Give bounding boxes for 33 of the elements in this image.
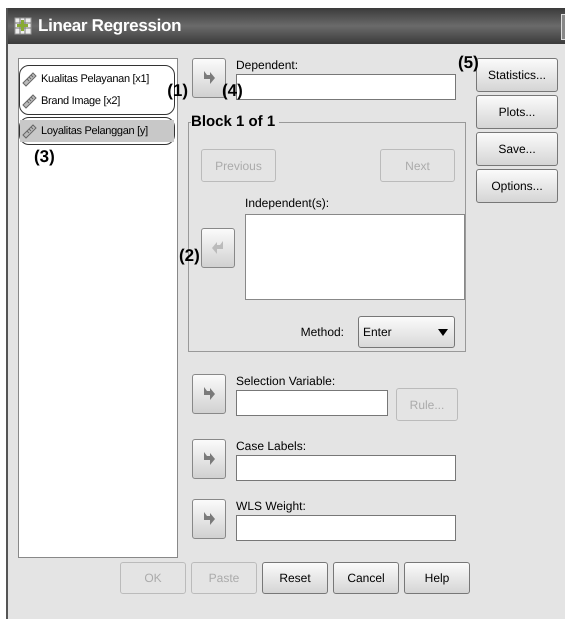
variable-item[interactable]: Loyalitas Pelanggan [y]: [20, 120, 174, 142]
dialog-button[interactable]: Help: [404, 562, 470, 594]
dropdown-arrow-icon: [438, 328, 448, 336]
dialog-button[interactable]: Cancel: [333, 562, 399, 594]
selection-field[interactable]: [236, 390, 388, 416]
ruler-icon: [22, 93, 38, 109]
field-label: Independent(s):: [245, 196, 330, 210]
case-labels-field[interactable]: [236, 455, 456, 481]
dialog-button[interactable]: Reset: [262, 562, 328, 594]
annotation-label: (2): [179, 247, 200, 264]
arrow-icon: [202, 451, 216, 467]
arrow-icon: [202, 511, 216, 527]
ruler-icon: [22, 71, 38, 87]
independent-list[interactable]: [245, 214, 465, 300]
field-label: WLS Weight:: [236, 499, 307, 513]
annotation-label: (4): [222, 82, 243, 99]
field-label: Case Labels:: [236, 439, 308, 453]
arrow-icon: [202, 386, 216, 402]
dialog-button[interactable]: Options...: [476, 169, 558, 203]
field-label: Method:: [300, 325, 344, 339]
table-icon: [14, 17, 32, 35]
arrow-icon: [211, 240, 225, 256]
wls-weight-field[interactable]: [236, 515, 456, 541]
dialog-button[interactable]: Plots...: [476, 95, 558, 129]
arrow-icon: [202, 70, 216, 86]
method-dropdown[interactable]: Enter: [358, 316, 455, 348]
annotation-label: (5): [458, 54, 479, 71]
dialog-button[interactable]: Save...: [476, 132, 558, 166]
window-title: Linear Regression: [38, 16, 182, 36]
field-label: Dependent:: [236, 58, 300, 72]
ruler-icon: [22, 123, 38, 139]
annotation-label: (3): [34, 148, 55, 165]
field-label: Selection Variable:: [236, 374, 336, 388]
